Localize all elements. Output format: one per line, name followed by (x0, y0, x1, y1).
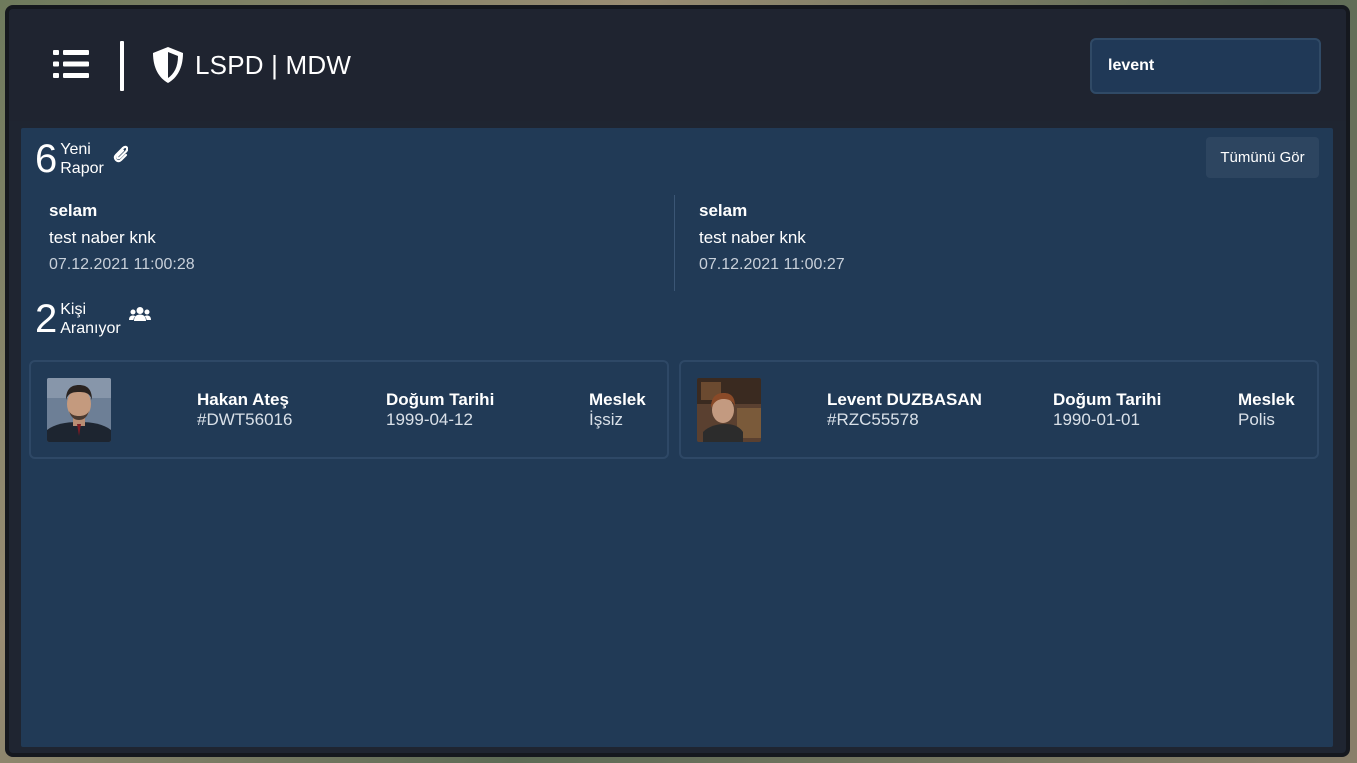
report-date: 07.12.2021 11:00:27 (699, 256, 845, 273)
avatar (47, 378, 111, 442)
person-dob-col: Doğum Tarihi 1990-01-01 (1053, 390, 1161, 430)
wanted-count: 2 (35, 297, 58, 341)
app-title: LSPD | MDW (195, 49, 352, 80)
reports-label-line1: Yeni (60, 141, 91, 158)
report-title: selam (699, 201, 748, 220)
header-divider (120, 41, 124, 91)
report-body: test naber knk (699, 228, 806, 247)
menu-button[interactable] (53, 49, 89, 79)
person-name-col: Levent DUZBASAN #RZC55578 (827, 390, 982, 430)
report-title: selam (49, 201, 98, 220)
search-input[interactable] (1090, 38, 1321, 94)
person-dob-col: Doğum Tarihi 1999-04-12 (386, 390, 494, 430)
report-body: test naber knk (49, 228, 156, 247)
reports-count: 6 (35, 137, 58, 181)
dob-label: Doğum Tarihi (1053, 390, 1162, 409)
wanted-label-line2: Aranıyor (60, 320, 121, 337)
job-label: Meslek (589, 390, 646, 409)
dashboard-panel: 6 Yeni Rapor Tümünü Gör selam test naber… (21, 128, 1333, 747)
reports-label: Yeni Rapor (60, 140, 104, 178)
job-label: Meslek (1238, 390, 1295, 409)
report-divider (674, 195, 675, 291)
users-icon (128, 307, 151, 321)
shield-icon (153, 47, 183, 83)
person-name: Levent DUZBASAN (827, 390, 982, 409)
paperclip-icon (113, 145, 128, 163)
wanted-header: 2 Kişi Aranıyor (35, 299, 151, 339)
dob-value: 1999-04-12 (386, 410, 473, 429)
mdw-window: LSPD | MDW 6 Yeni Rapor Tümünü Gör selam… (5, 5, 1350, 757)
person-job-col: Meslek Polis (1238, 390, 1295, 430)
report-item[interactable]: selam test naber knk 07.12.2021 11:00:28 (49, 200, 349, 277)
reports-header: 6 Yeni Rapor (35, 139, 128, 179)
person-job-col: Meslek İşsiz (589, 390, 646, 430)
dob-label: Doğum Tarihi (386, 390, 495, 409)
header-bar: LSPD | MDW (9, 9, 1346, 121)
wanted-person-card[interactable]: Levent DUZBASAN #RZC55578 Doğum Tarihi 1… (679, 360, 1319, 459)
wanted-label-line1: Kişi (60, 301, 87, 318)
person-name: Hakan Ateş (197, 390, 289, 409)
list-icon (53, 50, 89, 78)
see-all-button[interactable]: Tümünü Gör (1206, 137, 1319, 178)
person-id: #RZC55578 (827, 410, 919, 429)
report-date: 07.12.2021 11:00:28 (49, 256, 195, 273)
report-item[interactable]: selam test naber knk 07.12.2021 11:00:27 (699, 200, 999, 277)
wanted-person-card[interactable]: Hakan Ateş #DWT56016 Doğum Tarihi 1999-0… (29, 360, 669, 459)
person-name-col: Hakan Ateş #DWT56016 (197, 390, 292, 430)
job-value: İşsiz (589, 410, 623, 429)
job-value: Polis (1238, 410, 1275, 429)
brand: LSPD | MDW (151, 43, 351, 87)
person-id: #DWT56016 (197, 410, 293, 429)
wanted-label: Kişi Aranıyor (60, 300, 120, 338)
reports-label-line2: Rapor (60, 160, 104, 177)
avatar (697, 378, 761, 442)
dob-value: 1990-01-01 (1053, 410, 1140, 429)
